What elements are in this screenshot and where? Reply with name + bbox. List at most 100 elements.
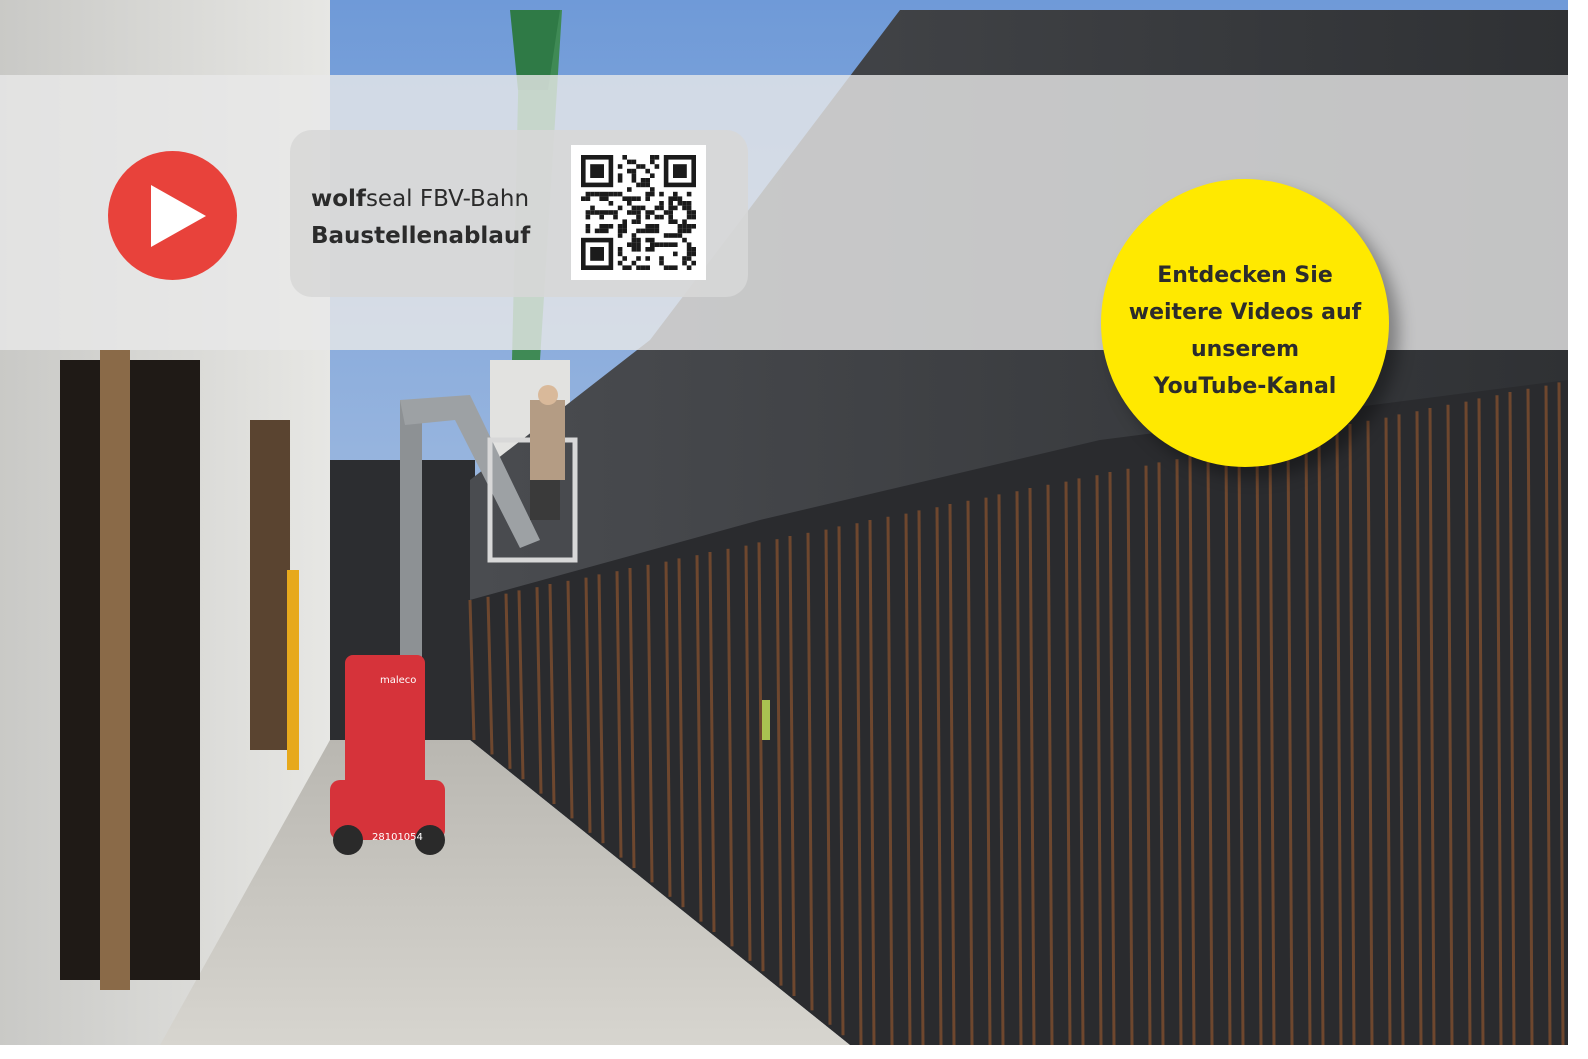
brand-rest: seal FBV-Bahn	[365, 186, 530, 212]
qr-module	[627, 187, 632, 192]
qr-module	[654, 205, 660, 211]
qr-module	[650, 191, 655, 197]
qr-module	[668, 214, 673, 220]
qr-module	[663, 210, 669, 215]
qr-module	[668, 265, 673, 270]
qr-module	[585, 196, 591, 201]
qr-module	[631, 247, 637, 252]
qr-module	[686, 242, 692, 247]
qr-module	[645, 224, 650, 229]
qr-module	[631, 178, 637, 183]
qr-module	[627, 201, 632, 206]
video-subtitle: Baustellenablauf	[311, 223, 531, 249]
brand-bold: wolf	[311, 186, 366, 212]
qr-module	[650, 237, 655, 243]
qr-module	[617, 247, 623, 252]
qr-module	[682, 205, 687, 211]
qr-module	[631, 159, 637, 165]
qr-module	[617, 205, 623, 211]
youtube-channel-badge[interactable]: Entdecken Sie weitere Videos auf unserem…	[1101, 179, 1389, 467]
qr-module	[677, 196, 683, 201]
qr-module	[673, 196, 678, 201]
qr-module	[650, 159, 655, 165]
qr-module	[604, 228, 609, 234]
qr-module	[640, 205, 646, 211]
qr-module	[608, 224, 614, 229]
qr-module	[604, 196, 609, 201]
qr-module	[627, 168, 632, 174]
qr-module	[622, 155, 627, 160]
badge-line-4: YouTube-Kanal	[1153, 374, 1337, 399]
youtube-play-icon	[151, 185, 206, 247]
badge-line-3: unserem	[1190, 337, 1300, 362]
qr-module	[645, 265, 650, 270]
qr-module	[599, 228, 604, 234]
qr-module	[677, 224, 683, 229]
qr-module	[645, 237, 650, 243]
qr-module	[654, 228, 660, 234]
qr-module	[686, 256, 692, 261]
qr-module	[654, 224, 660, 229]
qr-module	[691, 251, 696, 257]
qr-module	[599, 210, 604, 215]
qr-module	[636, 247, 641, 252]
qr-module	[668, 196, 673, 201]
qr-module	[640, 182, 646, 188]
qr-module	[636, 242, 641, 247]
qr-module	[631, 242, 637, 247]
video-title: wolfseal FBV-Bahn	[311, 186, 529, 212]
qr-module	[650, 228, 655, 234]
qr-module	[613, 210, 618, 215]
qr-module	[636, 182, 641, 188]
qr-module	[645, 210, 650, 215]
qr-module	[650, 187, 655, 192]
qr-module	[686, 210, 692, 215]
qr-module	[581, 196, 586, 201]
qr-module	[645, 196, 650, 201]
qr-module	[640, 178, 646, 183]
qr-module	[631, 196, 637, 201]
qr-module	[673, 265, 678, 270]
qr-module	[622, 219, 627, 224]
qr-module	[686, 205, 692, 211]
qr-module	[673, 205, 678, 211]
qr-module	[617, 260, 623, 266]
qr-module	[627, 159, 632, 165]
qr-module	[594, 210, 600, 215]
qr-module	[659, 201, 664, 206]
qr-code-icon[interactable]	[571, 145, 706, 280]
qr-module	[627, 242, 632, 247]
qr-module	[622, 224, 627, 229]
youtube-play-button[interactable]	[108, 151, 237, 280]
qr-module	[663, 265, 669, 270]
qr-module	[691, 247, 696, 252]
qr-module	[668, 219, 673, 224]
qr-module	[691, 210, 696, 215]
qr-module	[659, 256, 664, 261]
qr-module	[668, 201, 673, 206]
qr-module	[617, 178, 623, 183]
qr-module	[659, 214, 664, 220]
qr-module	[631, 237, 637, 243]
qr-module	[691, 260, 696, 266]
qr-module	[636, 219, 641, 224]
qr-module	[645, 247, 650, 252]
qr-module	[604, 224, 609, 229]
qr-module	[636, 210, 641, 215]
qr-module	[673, 191, 678, 197]
qr-module	[608, 210, 614, 215]
lift-number-label: 28101054	[372, 832, 423, 843]
qr-module	[617, 233, 623, 238]
qr-module	[686, 251, 692, 257]
qr-module	[640, 265, 646, 270]
qr-module	[650, 173, 655, 178]
qr-module	[686, 201, 692, 206]
qr-module	[622, 265, 627, 270]
qr-module	[645, 256, 650, 261]
qr-module	[654, 214, 660, 220]
qr-module	[604, 191, 609, 197]
qr-module	[622, 256, 627, 261]
qr-module	[585, 210, 591, 215]
qr-module	[663, 233, 669, 238]
qr-module	[677, 233, 683, 238]
